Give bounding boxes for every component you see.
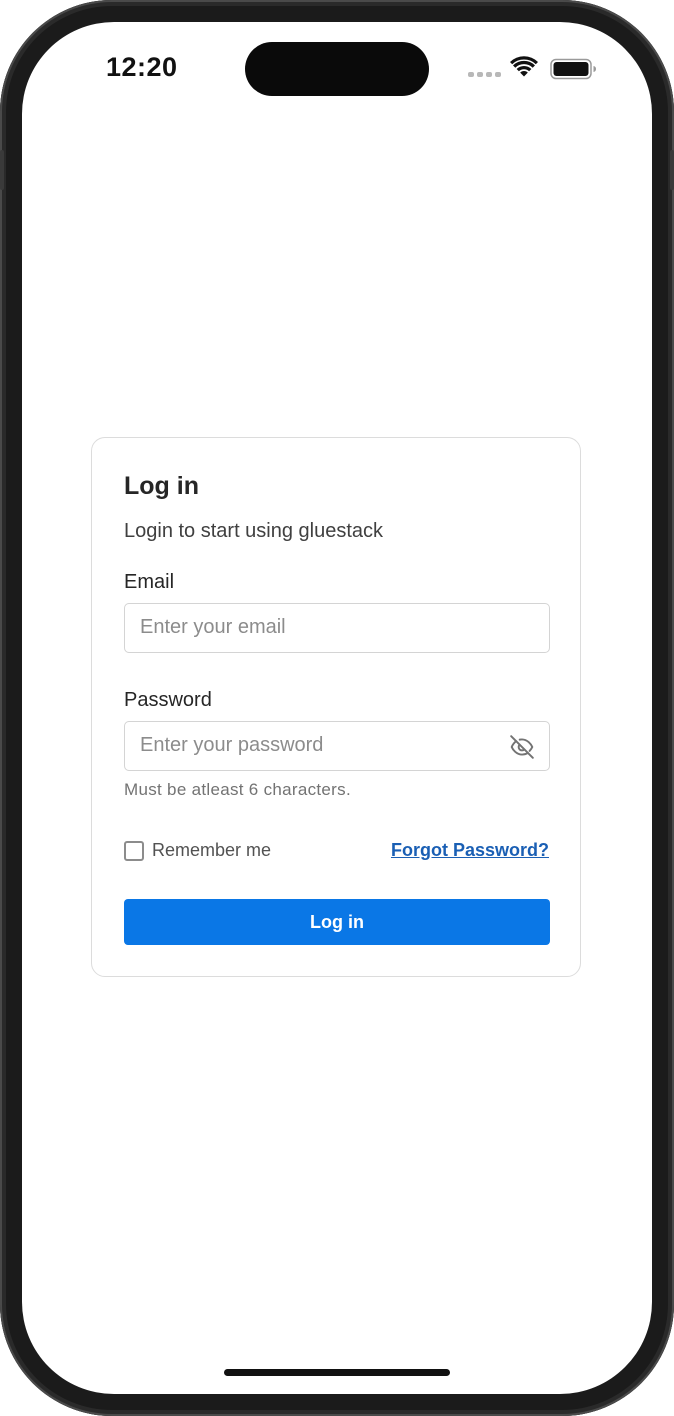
login-card: Log in Login to start using gluestack Em… xyxy=(91,437,581,977)
screen: 12:20 Log in Login to start using gluest… xyxy=(22,22,652,1394)
status-time: 12:20 xyxy=(106,52,178,82)
forgot-password-link[interactable]: Forgot Password? xyxy=(391,840,549,861)
password-label: Password xyxy=(124,689,212,711)
home-indicator xyxy=(224,1369,450,1376)
email-label: Email xyxy=(124,571,175,593)
eye-off-icon[interactable] xyxy=(509,734,535,760)
battery-icon xyxy=(550,58,596,80)
cellular-signal-icon xyxy=(468,72,501,77)
password-field-container[interactable] xyxy=(124,721,550,771)
wifi-icon xyxy=(510,56,538,77)
login-button[interactable]: Log in xyxy=(124,899,550,945)
checkbox-box[interactable] xyxy=(124,840,144,861)
side-button-left xyxy=(0,150,4,190)
email-field[interactable] xyxy=(140,604,500,651)
remember-me-checkbox[interactable]: Remember me xyxy=(124,840,271,861)
side-button-right xyxy=(670,150,674,190)
password-field[interactable] xyxy=(140,722,500,769)
page-subtitle: Login to start using gluestack xyxy=(124,520,384,542)
phone-mockup: 12:20 Log in Login to start using gluest… xyxy=(0,0,674,1416)
password-helper-text: Must be atleast 6 characters. xyxy=(124,780,351,799)
page-title: Log in xyxy=(124,472,199,500)
remember-me-label[interactable]: Remember me xyxy=(152,840,271,861)
email-field-container[interactable] xyxy=(124,603,550,653)
dynamic-island xyxy=(245,42,429,96)
